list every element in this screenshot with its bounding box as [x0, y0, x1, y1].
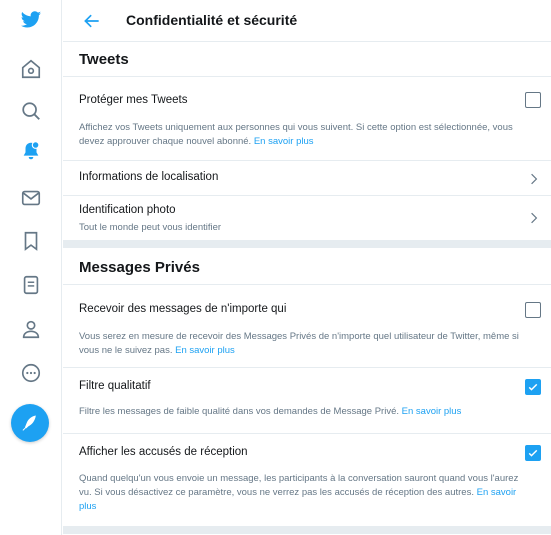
protect-tweets-description: Affichez vos Tweets uniquement aux perso… — [79, 121, 519, 149]
twitter-logo-icon[interactable] — [19, 8, 43, 32]
explore-icon[interactable] — [19, 99, 43, 123]
receive-any-desc-text: Vous serez en mesure de recevoir des Mes… — [79, 331, 519, 356]
settings-panel: Confidentialité et sécurité Tweets Proté… — [63, 0, 551, 535]
notifications-icon[interactable] — [19, 139, 43, 163]
section-divider — [63, 240, 551, 248]
chevron-right-icon — [529, 172, 539, 186]
more-icon[interactable] — [19, 361, 43, 385]
row-divider — [63, 160, 551, 161]
row-divider — [63, 433, 551, 434]
read-receipts-description: Quand quelqu'un vous envoie un message, … — [79, 472, 519, 514]
header-bar: Confidentialité et sécurité — [63, 0, 551, 42]
read-receipts-checkbox[interactable] — [525, 445, 541, 461]
protect-tweets-checkbox[interactable] — [525, 92, 541, 108]
learn-more-link[interactable]: En savoir plus — [175, 345, 235, 356]
bookmarks-icon[interactable] — [19, 229, 43, 253]
protect-tweets-label: Protéger mes Tweets — [79, 94, 188, 106]
read-receipts-desc-text: Quand quelqu'un vous envoie un message, … — [79, 473, 519, 498]
home-icon[interactable] — [19, 57, 43, 81]
compose-tweet-button[interactable] — [11, 404, 49, 442]
chevron-right-icon — [529, 211, 539, 225]
sidebar-nav — [0, 0, 62, 535]
section-title-tweets: Tweets — [63, 43, 551, 77]
page-title: Confidentialité et sécurité — [126, 12, 298, 28]
receive-any-label: Recevoir des messages de n'importe qui — [79, 303, 287, 315]
profile-icon[interactable] — [19, 317, 43, 341]
row-divider — [63, 195, 551, 196]
row-divider — [63, 367, 551, 368]
receive-any-checkbox[interactable] — [525, 302, 541, 318]
photo-tagging-label: Identification photo — [79, 204, 176, 216]
read-receipts-label: Afficher les accusés de réception — [79, 446, 248, 458]
quality-filter-checkbox[interactable] — [525, 379, 541, 395]
photo-tagging-value: Tout le monde peut vous identifier — [79, 222, 222, 233]
back-button[interactable] — [81, 10, 103, 32]
lists-icon[interactable] — [19, 273, 43, 297]
quality-filter-label: Filtre qualitatif — [79, 380, 151, 392]
back-arrow-icon — [84, 14, 99, 28]
section-title-messages: Messages Privés — [63, 251, 551, 285]
quality-filter-desc-text: Filtre les messages de faible qualité da… — [79, 406, 400, 417]
receive-any-description: Vous serez en mesure de recevoir des Mes… — [79, 330, 519, 358]
quality-filter-description: Filtre les messages de faible qualité da… — [79, 405, 519, 419]
compose-tweet-icon — [22, 415, 36, 431]
location-info-label: Informations de localisation — [79, 171, 219, 183]
messages-icon[interactable] — [19, 186, 43, 210]
learn-more-link[interactable]: En savoir plus — [402, 406, 462, 417]
section-divider — [63, 526, 551, 534]
checkmark-icon — [528, 449, 538, 457]
checkmark-icon — [528, 383, 538, 391]
learn-more-link[interactable]: En savoir plus — [254, 136, 314, 147]
